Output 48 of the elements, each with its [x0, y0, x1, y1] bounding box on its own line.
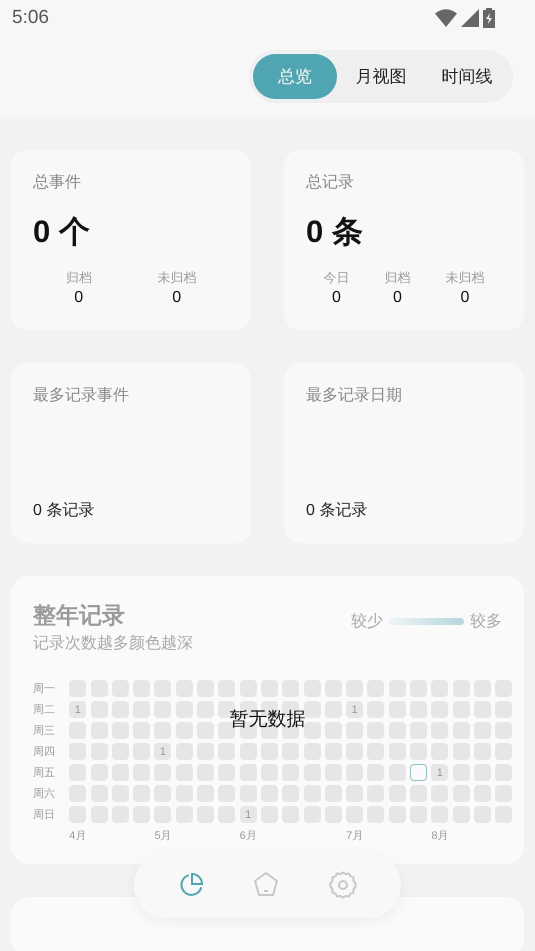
view-tab[interactable]: 时间线	[425, 54, 509, 99]
settings-icon	[328, 870, 358, 900]
heatmap-cell: 1	[346, 701, 364, 718]
legend-label: 较少	[351, 612, 383, 632]
month-label: 4月	[69, 829, 86, 843]
card-value: 0 个	[33, 213, 91, 251]
stat-value: 0	[332, 289, 341, 307]
heatmap-cell: 1	[154, 743, 172, 760]
stat-value: 0	[460, 289, 470, 307]
month-label: 6月	[240, 829, 257, 843]
status-time: 5:06	[12, 7, 49, 29]
month-label: 8月	[431, 829, 448, 843]
card-value: 0 条	[306, 213, 364, 251]
month-label: 7月	[346, 829, 364, 843]
weekday-label: 周一	[33, 682, 56, 696]
card-subtitle: 记录次数越多颜色越深	[33, 634, 193, 654]
nav-button[interactable]	[328, 870, 358, 900]
stat-value: 0	[393, 289, 402, 307]
stat-label: 未归档	[157, 269, 196, 287]
month-label: 5月	[154, 829, 172, 843]
weekday-label: 周三	[33, 724, 56, 738]
card-title: 总记录	[306, 173, 355, 193]
legend-label: 较多	[470, 612, 502, 632]
battery-icon	[483, 8, 495, 28]
stat-label: 今日	[324, 269, 350, 287]
stat-value: 0	[74, 289, 84, 307]
heatmap-cell: 1	[69, 701, 86, 718]
view-tab[interactable]: 月视图	[339, 54, 423, 99]
weekday-label: 周日	[33, 808, 56, 822]
stat-label: 归档	[66, 269, 92, 287]
stat-value: 0	[172, 289, 182, 307]
stat-label: 归档	[384, 269, 410, 287]
heatmap-cell: 1	[431, 764, 448, 781]
heatmap-cell: 1	[240, 806, 257, 823]
card-title: 整年记录	[33, 601, 126, 630]
card-title: 最多记录事件	[33, 386, 130, 406]
signal-icon	[461, 9, 479, 27]
record-count: 0 条记录	[306, 501, 368, 521]
card-title: 最多记录日期	[306, 386, 403, 406]
wifi-icon	[435, 9, 457, 27]
weekday-label: 周六	[33, 786, 56, 801]
weekday-label: 周二	[33, 703, 56, 717]
weekday-label: 周四	[33, 745, 56, 759]
weekday-label: 周五	[33, 766, 56, 780]
record-count: 0 条记录	[33, 501, 96, 521]
stat-label: 未归档	[446, 269, 484, 287]
card-title: 总事件	[33, 172, 82, 193]
empty-message: 暂无数据	[230, 708, 306, 732]
